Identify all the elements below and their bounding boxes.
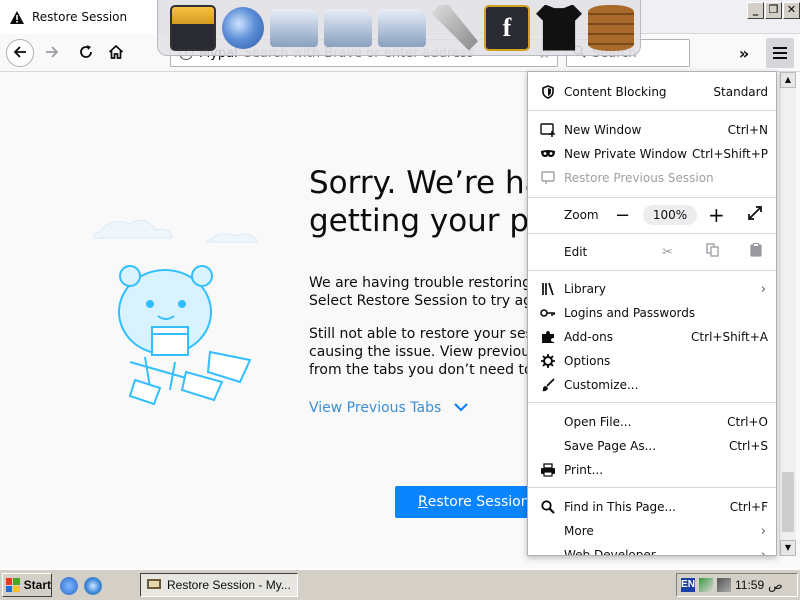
key-icon — [539, 304, 557, 322]
menu-item-find-in-page[interactable]: Find in This Page... Ctrl+F — [528, 495, 776, 519]
menu-item-open-file[interactable]: Open File... Ctrl+O — [528, 410, 776, 434]
paintbrush-icon — [539, 376, 557, 394]
back-button[interactable] — [6, 39, 34, 67]
session-restore-illustration — [90, 212, 280, 412]
start-button[interactable]: Start — [2, 573, 52, 597]
double-chevron-right-icon: » — [738, 43, 750, 63]
music-folder-dock-icon[interactable] — [324, 8, 372, 47]
library-icon — [539, 280, 557, 298]
menu-item-library[interactable]: Library › — [528, 277, 776, 301]
chevron-right-icon: › — [760, 547, 766, 556]
mask-icon — [539, 145, 557, 163]
tshirt-dock-icon[interactable] — [536, 4, 582, 51]
menu-separator — [528, 402, 776, 403]
menu-item-restore-previous-session: Restore Previous Session — [528, 166, 776, 190]
chevron-right-icon: › — [760, 281, 766, 297]
hamburger-icon — [773, 47, 787, 49]
reload-button[interactable] — [72, 39, 100, 67]
volume-icon[interactable] — [717, 578, 731, 592]
menu-item-web-developer[interactable]: Web Developer › — [528, 543, 776, 556]
arrow-right-icon — [44, 44, 60, 63]
menu-item-edit: Edit ✂ — [528, 240, 776, 264]
tools-dock-icon[interactable] — [432, 4, 478, 51]
browser-app-icon — [146, 577, 162, 594]
menu-item-save-page-as[interactable]: Save Page As... Ctrl+S — [528, 434, 776, 458]
toolbar-overflow-button[interactable]: » — [730, 39, 758, 67]
page-scrollbar[interactable]: ▲ ▼ — [779, 72, 796, 556]
menu-separator — [528, 487, 776, 488]
globe-dock-icon[interactable] — [222, 6, 264, 49]
tab-restore-session[interactable]: Restore Session — [0, 0, 160, 34]
puzzle-piece-icon — [539, 328, 557, 346]
app-menu-panel: Content Blocking Standard New Window Ctr… — [527, 71, 777, 556]
shield-icon — [539, 83, 557, 101]
show-desktop-icon[interactable] — [60, 577, 78, 595]
cut-icon[interactable]: ✂ — [662, 245, 673, 260]
menu-item-logins-and-passwords[interactable]: Logins and Passwords — [528, 301, 776, 325]
home-icon — [108, 44, 124, 63]
minimize-button[interactable]: _ — [747, 2, 764, 19]
taskbar: Start Restore Session - My... EN 11:59 ص — [0, 568, 800, 600]
taskbar-item-restore-session[interactable]: Restore Session - My... — [140, 573, 298, 597]
tab-title: Restore Session — [32, 10, 128, 24]
menu-separator — [528, 233, 776, 234]
view-previous-tabs-toggle[interactable]: View Previous Tabs — [309, 400, 469, 416]
language-indicator-icon[interactable]: EN — [681, 578, 695, 592]
warning-icon — [10, 10, 24, 24]
gear-icon — [539, 352, 557, 370]
facebook-dock-icon[interactable]: f — [484, 4, 530, 51]
printer-icon — [539, 461, 557, 479]
desktop-dock: f — [157, 0, 641, 56]
open-menu-button[interactable] — [766, 38, 794, 68]
zoom-in-button[interactable]: + — [708, 203, 725, 227]
menu-item-print[interactable]: Print... — [528, 458, 776, 482]
menu-item-new-window[interactable]: New Window Ctrl+N — [528, 118, 776, 142]
paste-icon[interactable] — [750, 243, 762, 261]
clock[interactable]: 11:59 — [735, 578, 764, 592]
new-window-icon — [539, 121, 557, 139]
settings-folder-dock-icon[interactable] — [378, 8, 426, 47]
avatar-dock-icon[interactable] — [170, 4, 216, 51]
zoom-out-button[interactable]: − — [615, 205, 630, 226]
chevron-right-icon: › — [760, 523, 766, 539]
clock-am-pm: ص — [768, 578, 783, 592]
windows-logo-icon — [6, 578, 20, 592]
menu-item-content-blocking[interactable]: Content Blocking Standard — [528, 80, 776, 104]
restore-window-button[interactable]: ❐ — [765, 2, 782, 19]
folder-dock-icon[interactable] — [270, 8, 318, 47]
scroll-up-arrow-icon[interactable]: ▲ — [780, 72, 796, 88]
zoom-reset-button[interactable]: 100% — [643, 205, 697, 225]
menu-item-new-private-window[interactable]: New Private Window Ctrl+Shift+P — [528, 142, 776, 166]
copy-icon[interactable] — [706, 243, 719, 261]
reload-icon — [78, 44, 94, 63]
internet-explorer-icon[interactable] — [84, 577, 102, 595]
search-icon — [539, 498, 557, 516]
menu-separator — [528, 270, 776, 271]
home-button[interactable] — [102, 39, 130, 67]
arrow-left-icon — [12, 44, 28, 63]
menu-item-more[interactable]: More › — [528, 519, 776, 543]
fullscreen-icon[interactable] — [748, 206, 762, 224]
menu-item-customize[interactable]: Customize... — [528, 373, 776, 397]
forward-button[interactable] — [38, 39, 66, 67]
close-window-button[interactable]: ✕ — [783, 2, 800, 19]
menu-item-zoom: Zoom − 100% + — [528, 203, 776, 227]
restore-session-icon — [539, 169, 557, 187]
chevron-down-icon — [453, 400, 469, 416]
scroll-down-arrow-icon[interactable]: ▼ — [780, 540, 796, 556]
window-controls: _ ❐ ✕ — [747, 2, 800, 19]
menu-item-add-ons[interactable]: Add-ons Ctrl+Shift+A — [528, 325, 776, 349]
menu-separator — [528, 197, 776, 198]
barrel-dock-icon[interactable] — [588, 4, 634, 51]
menu-item-options[interactable]: Options — [528, 349, 776, 373]
menu-separator — [528, 110, 776, 111]
scrollbar-thumb[interactable] — [782, 472, 794, 532]
view-previous-tabs-label: View Previous Tabs — [309, 400, 442, 416]
system-tray: EN 11:59 ص — [676, 573, 798, 597]
network-icon[interactable] — [699, 578, 713, 592]
